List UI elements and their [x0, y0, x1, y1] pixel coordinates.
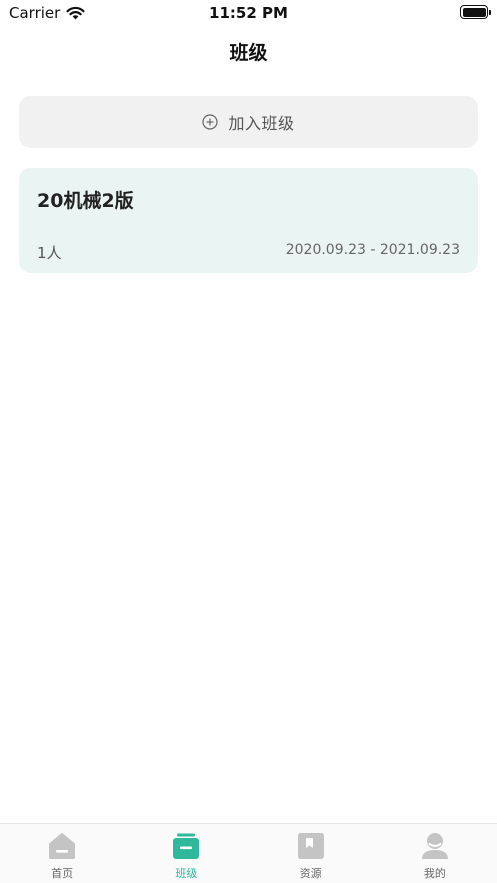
class-card[interactable]: 20机械2版 1人 2020.09.23 - 2021.09.23 — [19, 168, 478, 273]
join-class-label: 加入班级 — [228, 114, 295, 133]
tab-profile-label: 我的 — [423, 867, 446, 880]
tab-profile[interactable]: 我的 — [373, 824, 497, 883]
page-title: 班级 — [229, 42, 268, 64]
profile-icon — [421, 833, 448, 859]
tab-bar: 首页 班级 资源 我的 — [0, 823, 497, 883]
battery-icon — [460, 5, 491, 19]
tab-class[interactable]: 班级 — [124, 824, 248, 883]
plus-circle-icon — [202, 114, 219, 130]
class-name: 20机械2版 — [37, 190, 134, 212]
class-icon — [173, 833, 200, 859]
tab-home-label: 首页 — [51, 867, 74, 880]
status-time: 11:52 PM — [209, 4, 288, 22]
class-date-range: 2020.09.23 - 2021.09.23 — [285, 242, 460, 258]
class-screen: Carrier 11:52 PM 班级 加入班级 20机械2版 1人 2020.… — [0, 0, 497, 883]
tab-class-label: 班级 — [175, 867, 198, 880]
tab-home[interactable]: 首页 — [0, 824, 124, 883]
home-icon — [49, 833, 76, 859]
battery-level — [462, 7, 486, 17]
tab-resources-label: 资源 — [299, 867, 322, 880]
member-count: 1人 — [37, 244, 62, 262]
book-icon — [297, 833, 324, 859]
tab-resources[interactable]: 资源 — [249, 824, 373, 883]
status-bar: Carrier 11:52 PM — [0, 0, 497, 26]
join-class-button[interactable]: 加入班级 — [19, 96, 478, 148]
